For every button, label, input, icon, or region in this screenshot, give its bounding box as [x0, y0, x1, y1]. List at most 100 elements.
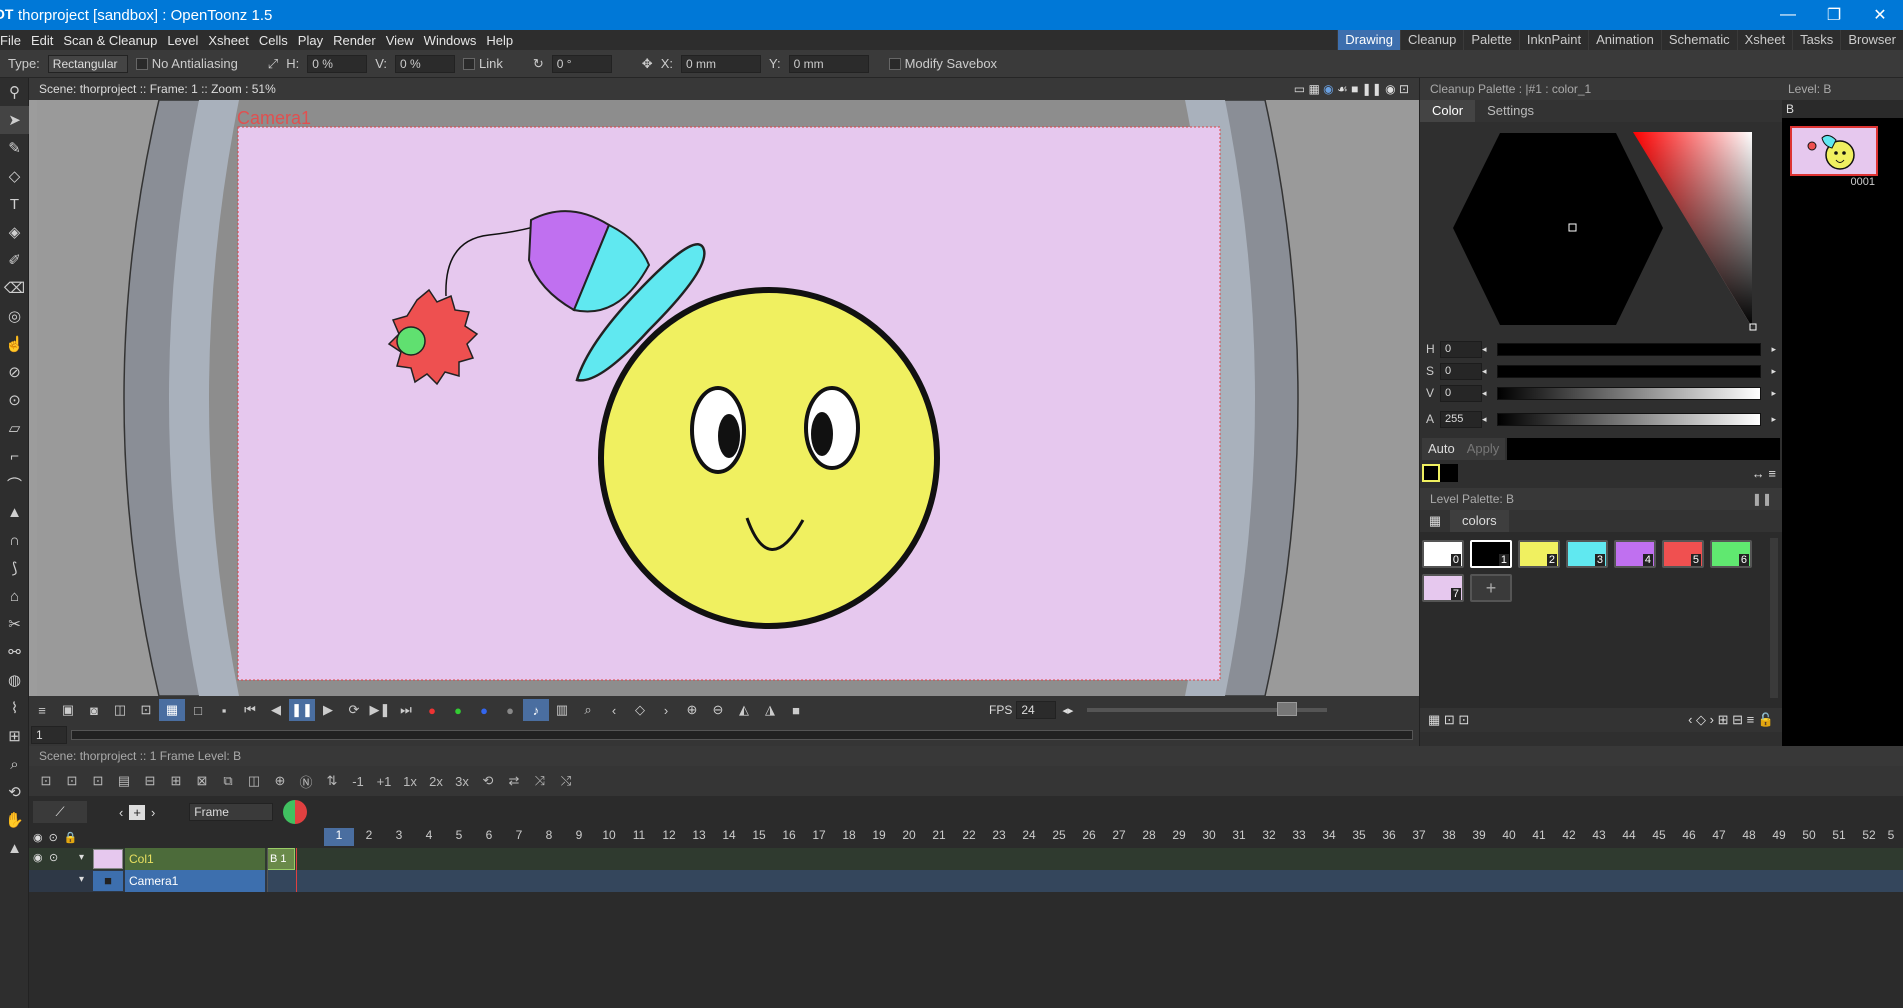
fps-field[interactable]: 24 [1016, 701, 1057, 719]
style-chip-7[interactable]: 7 [1422, 574, 1464, 602]
style-chip-3[interactable]: 3 [1566, 540, 1608, 568]
random-icon[interactable]: ⤨ [527, 773, 553, 789]
collapse-toolbar-icon[interactable]: ▲ [0, 834, 29, 862]
style-chip-4[interactable]: 4 [1614, 540, 1656, 568]
pause-icon[interactable]: ❚❚ [289, 699, 315, 721]
menu-cells[interactable]: Cells [259, 33, 288, 48]
frame-field[interactable]: 1 [31, 726, 67, 744]
h-slider[interactable] [1496, 342, 1762, 356]
a-slider[interactable] [1496, 412, 1762, 426]
room-tab-cleanup[interactable]: Cleanup [1399, 30, 1463, 50]
frame-number[interactable]: 28 [1134, 828, 1164, 846]
modify-savebox-checkbox[interactable] [888, 57, 901, 70]
rollup-icon[interactable]: ⟲ [475, 773, 501, 789]
hand-tool-icon[interactable]: ✋ [0, 806, 29, 834]
menu-icon[interactable]: ≡ [29, 699, 55, 721]
shuffle-icon[interactable]: ⤭ [553, 773, 579, 789]
room-tab-schematic[interactable]: Schematic [1660, 30, 1737, 50]
zoom-out-icon[interactable]: ⊖ [705, 699, 731, 721]
frame-number[interactable]: 44 [1614, 828, 1644, 846]
menu-play[interactable]: Play [298, 33, 323, 48]
frame-number[interactable]: 27 [1104, 828, 1134, 846]
frame-number[interactable]: 50 [1794, 828, 1824, 846]
preview-visible-icon[interactable]: ◉ [33, 831, 43, 844]
frame-number[interactable]: 20 [894, 828, 924, 846]
camera-cells[interactable] [267, 870, 1903, 892]
geometric-tool-icon[interactable]: ◇ [0, 162, 29, 190]
clone-icon[interactable]: ◫ [241, 773, 267, 789]
red-channel-icon[interactable]: ● [419, 699, 445, 721]
frame-number[interactable]: 7 [504, 828, 534, 846]
close-button[interactable]: ✕ [1857, 0, 1903, 30]
room-tab-palette[interactable]: Palette [1463, 30, 1518, 50]
reframe-icon[interactable]: ▤ [111, 773, 137, 789]
frame-number[interactable]: 17 [804, 828, 834, 846]
room-tab-inknpaint[interactable]: InknPaint [1518, 30, 1588, 50]
toggle-orientation-icon[interactable]: ⟋ [33, 801, 87, 823]
freeze-icon[interactable]: ❚❚ [1362, 82, 1382, 96]
menu-xsheet[interactable]: Xsheet [208, 33, 248, 48]
frame-number[interactable]: 33 [1284, 828, 1314, 846]
v-field[interactable]: 0 % [395, 54, 456, 73]
tracker-tool-icon[interactable]: ◍ [0, 666, 29, 694]
frame-number[interactable]: 22 [954, 828, 984, 846]
h-field[interactable]: 0 % [307, 54, 368, 73]
frame-number[interactable]: 30 [1194, 828, 1224, 846]
col1-camstand-toggle-icon[interactable]: ⊙ [49, 851, 58, 864]
selection-tool-icon[interactable]: ➤ [0, 106, 29, 134]
h-value-field[interactable]: 0 [1440, 340, 1482, 358]
last-frame-icon[interactable]: ⏭ [393, 699, 419, 721]
frame-number[interactable]: 24 [1014, 828, 1044, 846]
fps-slider-handle[interactable] [1277, 702, 1298, 716]
frame-number[interactable]: 25 [1044, 828, 1074, 846]
zoom-tool-icon[interactable]: ⌕ [0, 750, 29, 778]
reset-view-icon[interactable]: ■ [783, 699, 809, 721]
blue-channel-icon[interactable]: ● [471, 699, 497, 721]
frame-number[interactable]: 51 [1824, 828, 1854, 846]
iron-tool-icon[interactable]: ⌂ [0, 582, 29, 610]
palette-scrollbar[interactable] [1770, 538, 1778, 698]
level-thumbnail[interactable] [1790, 126, 1878, 176]
rotation-field[interactable]: 0 ° [551, 54, 612, 73]
frame-number[interactable]: 13 [684, 828, 714, 846]
menu-level[interactable]: Level [167, 33, 198, 48]
compare-icon[interactable]: ◫ [107, 699, 133, 721]
next-frame-icon[interactable]: ▶❚ [367, 699, 393, 721]
freeze-palette-icon[interactable]: ❚❚ [1752, 488, 1772, 510]
type-tool-icon[interactable]: T [0, 190, 29, 218]
room-tab-xsheet[interactable]: Xsheet [1736, 30, 1792, 50]
frame-number[interactable]: 36 [1374, 828, 1404, 846]
black-bg-icon[interactable]: ▪ [211, 699, 237, 721]
alpha-channel-icon[interactable]: ● [497, 699, 523, 721]
viewer-canvas[interactable]: Camera1 [29, 100, 1419, 696]
frame-number[interactable]: 6 [474, 828, 504, 846]
rotate-tool-icon[interactable]: ⟲ [0, 778, 29, 806]
style-chip-1[interactable]: 1 [1470, 540, 1512, 568]
frame-number[interactable]: 23 [984, 828, 1014, 846]
frame-number[interactable]: 35 [1344, 828, 1374, 846]
frame-number[interactable]: 5 [444, 828, 474, 846]
frame-number[interactable]: 19 [864, 828, 894, 846]
x-field[interactable]: 0 mm [680, 54, 761, 73]
options-icon[interactable]: ↔ ≡ [1752, 466, 1776, 481]
s-slider[interactable] [1496, 364, 1762, 378]
restore-button[interactable]: ❐ [1811, 0, 1857, 30]
camera-stand-icon[interactable]: ▭ [1294, 82, 1305, 96]
frame-number[interactable]: 26 [1074, 828, 1104, 846]
v-slider[interactable] [1496, 386, 1762, 400]
plastic-tool-icon[interactable]: ⊞ [0, 722, 29, 750]
palette-key-icons[interactable]: ‹ ◇ › ⊞ ⊟ ≡ 🔓 [1688, 712, 1774, 728]
white-bg-icon[interactable]: □ [185, 699, 211, 721]
locator-icon[interactable]: ⌕ [575, 699, 601, 721]
menu-render[interactable]: Render [333, 33, 376, 48]
col1-preview-toggle-icon[interactable]: ◉ [33, 851, 43, 864]
camera-column-name[interactable]: Camera1 [125, 870, 265, 892]
minus-one-icon[interactable]: -1 [345, 774, 371, 789]
hook-tool-icon[interactable]: ⌇ [0, 694, 29, 722]
cell-b-1[interactable]: B 1 [267, 848, 295, 870]
frame-number[interactable]: 16 [774, 828, 804, 846]
hexagon-picker[interactable] [1420, 122, 1783, 338]
frame-zoom-knob[interactable] [283, 800, 308, 824]
ruler-tool-icon[interactable]: ▱ [0, 414, 29, 442]
menu-scan-cleanup[interactable]: Scan & Cleanup [63, 33, 157, 48]
